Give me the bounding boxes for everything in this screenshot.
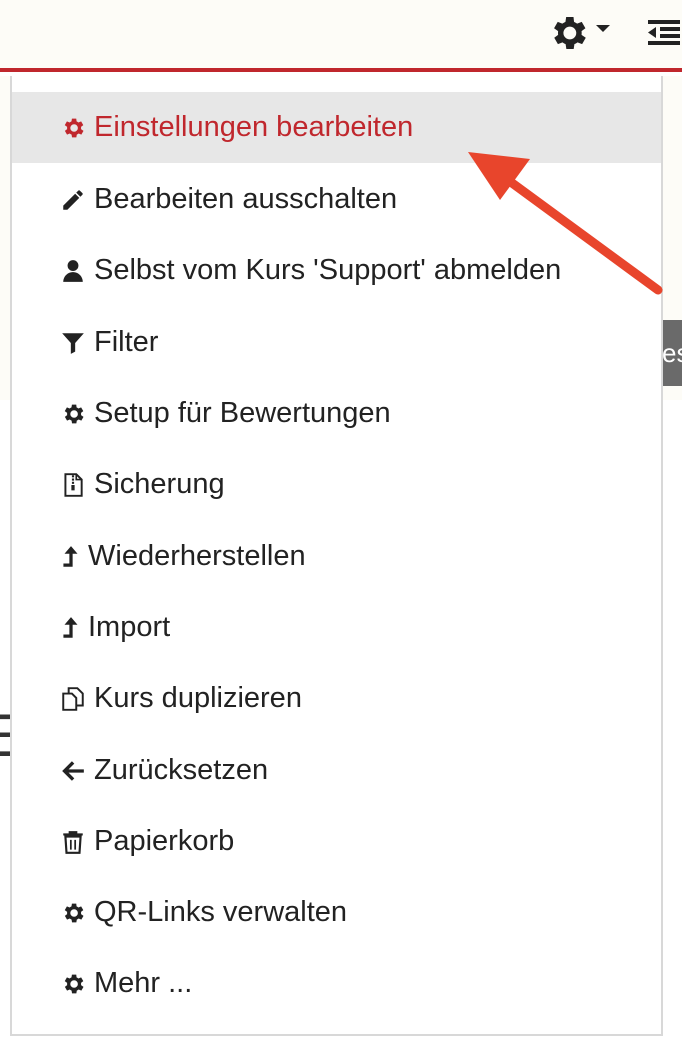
menu-item-mehr[interactable]: Mehr ... xyxy=(12,948,661,1019)
course-actions-dropdown: Einstellungen bearbeiten Bearbeiten auss… xyxy=(10,76,663,1036)
trash-icon xyxy=(58,827,88,857)
copy-icon xyxy=(58,684,88,714)
menu-item-einstellungen-bearbeiten[interactable]: Einstellungen bearbeiten xyxy=(12,92,661,163)
level-up-icon xyxy=(56,613,86,643)
chevron-down-icon xyxy=(596,24,610,32)
menu-item-label: Wiederherstellen xyxy=(88,540,306,572)
background-button-fragment[interactable]: es xyxy=(660,320,682,386)
menu-item-import[interactable]: Import xyxy=(12,592,661,663)
menu-item-label: Einstellungen bearbeiten xyxy=(94,111,414,143)
menu-item-filter[interactable]: Filter xyxy=(12,307,661,378)
file-archive-icon xyxy=(58,470,88,500)
filter-icon xyxy=(58,328,88,358)
menu-item-bearbeiten-ausschalten[interactable]: Bearbeiten ausschalten xyxy=(12,164,661,235)
menu-item-label: Sicherung xyxy=(94,468,225,500)
outdent-icon xyxy=(648,20,680,45)
gear-icon xyxy=(58,113,88,143)
menu-item-label: Mehr ... xyxy=(94,967,193,999)
gear-icon xyxy=(58,399,88,429)
menu-item-selbst-abmelden[interactable]: Selbst vom Kurs 'Support' abmelden xyxy=(12,235,661,306)
menu-item-papierkorb[interactable]: Papierkorb xyxy=(12,806,661,877)
menu-item-kurs-duplizieren[interactable]: Kurs duplizieren xyxy=(12,663,661,734)
menu-item-qr-links[interactable]: QR-Links verwalten xyxy=(12,877,661,948)
top-navbar xyxy=(0,0,682,72)
menu-item-setup-bewertungen[interactable]: Setup für Bewertungen xyxy=(12,378,661,449)
menu-item-label: QR-Links verwalten xyxy=(94,896,348,928)
pencil-icon xyxy=(58,185,88,215)
menu-item-sicherung[interactable]: Sicherung xyxy=(12,449,661,520)
menu-item-label: Kurs duplizieren xyxy=(94,682,302,714)
menu-item-zuruecksetzen[interactable]: Zurücksetzen xyxy=(12,735,661,806)
course-actions-menu-toggle[interactable] xyxy=(546,12,620,58)
menu-item-label: Filter xyxy=(94,326,159,358)
drawer-toggle-button[interactable] xyxy=(646,14,682,50)
menu-item-label: Setup für Bewertungen xyxy=(94,397,391,429)
menu-item-label: Papierkorb xyxy=(94,825,235,857)
level-up-icon xyxy=(56,542,86,572)
menu-item-wiederherstellen[interactable]: Wiederherstellen xyxy=(12,521,661,592)
gear-icon xyxy=(58,898,88,928)
gear-icon xyxy=(58,969,88,999)
menu-item-label: Zurücksetzen xyxy=(94,754,269,786)
arrow-left-icon xyxy=(58,756,88,786)
user-icon xyxy=(58,256,88,286)
gear-icon xyxy=(546,11,590,60)
menu-item-label: Import xyxy=(88,611,171,643)
menu-item-label: Bearbeiten ausschalten xyxy=(94,183,398,215)
menu-item-label: Selbst vom Kurs 'Support' abmelden xyxy=(94,254,562,286)
